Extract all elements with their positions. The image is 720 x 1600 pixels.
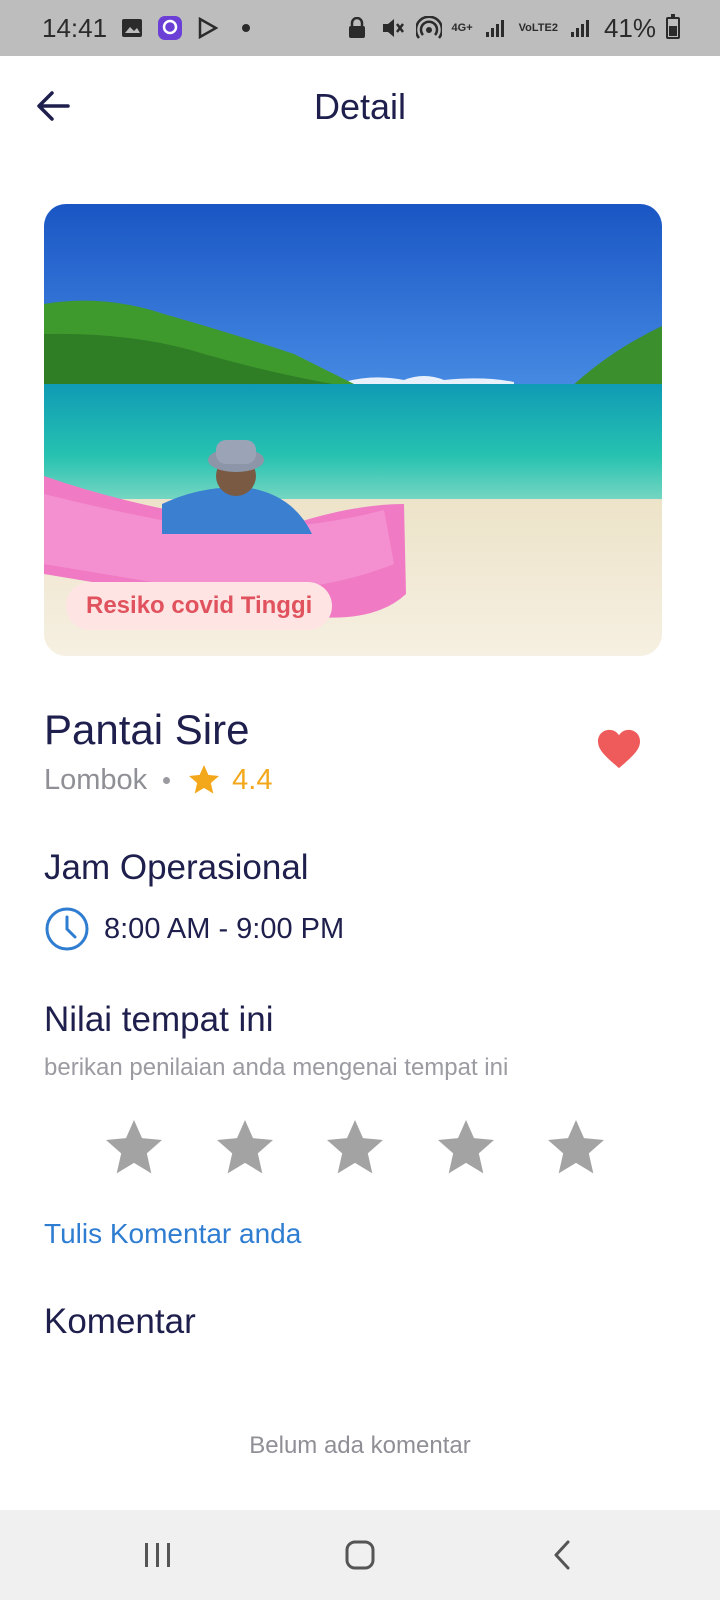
status-time: 14:41 [42,12,108,43]
rate-star-5[interactable] [544,1116,608,1180]
app-header: Detail [0,56,720,166]
chevron-left-icon [554,1540,570,1570]
star-rating-icon [189,765,220,794]
place-location: Lombok [44,763,148,796]
network-type-label: 4G+ [451,22,473,34]
recent-apps-icon [145,1543,170,1567]
page-title: Detail [313,86,407,127]
separator-dot [163,776,171,784]
place-meta: Lombok 4.4 [44,762,273,798]
rate-star-2[interactable] [213,1116,277,1180]
place-photo: Resiko covid Tinggi [44,204,662,656]
mute-icon [380,15,406,41]
nav-back-button[interactable] [532,1530,592,1580]
volte-label: VoLTE2 [518,22,558,34]
app-notification-icon [157,15,183,41]
place-rating: 4.4 [232,763,273,796]
battery-percent: 41% [603,12,656,43]
star-icon [106,1120,162,1174]
home-button[interactable] [330,1530,390,1580]
rate-star-1[interactable] [102,1116,166,1180]
signal-icon [483,15,509,41]
hours-title: Jam Operasional [44,848,309,887]
star-icon [548,1120,604,1174]
hours-row: 8:00 AM - 9:00 PM [44,906,344,952]
battery-icon [666,14,680,39]
star-icon [437,1120,494,1174]
gallery-icon [119,15,145,41]
heart-icon [598,729,640,769]
rating-stars [102,1116,608,1180]
favorite-button[interactable] [596,728,642,770]
covid-risk-badge: Resiko covid Tinggi [66,582,333,630]
status-bar: 14:41 4G+ VoLTE2 41% [0,0,720,56]
system-nav-bar [0,1510,720,1600]
hours-value: 8:00 AM - 9:00 PM [104,912,345,945]
signal-2-icon [568,15,594,41]
home-icon [345,1540,375,1570]
star-icon [216,1120,273,1174]
comments-title: Komentar [44,1302,196,1341]
recent-apps-button[interactable] [128,1530,188,1580]
play-store-icon [195,15,221,41]
clock-icon [45,907,89,951]
rate-title: Nilai tempat ini [44,1000,274,1039]
place-name: Pantai Sire [44,706,250,753]
no-comments-text: Belum ada komentar [249,1432,471,1459]
more-notifications-dot-icon [233,15,259,41]
rate-star-4[interactable] [434,1116,498,1180]
hotspot-icon [415,15,442,41]
rate-subtitle: berikan penilaian anda mengenai tempat i… [44,1054,509,1081]
rate-star-3[interactable] [323,1116,387,1180]
star-icon [327,1120,383,1174]
lock-icon [344,15,370,41]
write-comment-link[interactable]: Tulis Komentar anda [44,1218,301,1250]
